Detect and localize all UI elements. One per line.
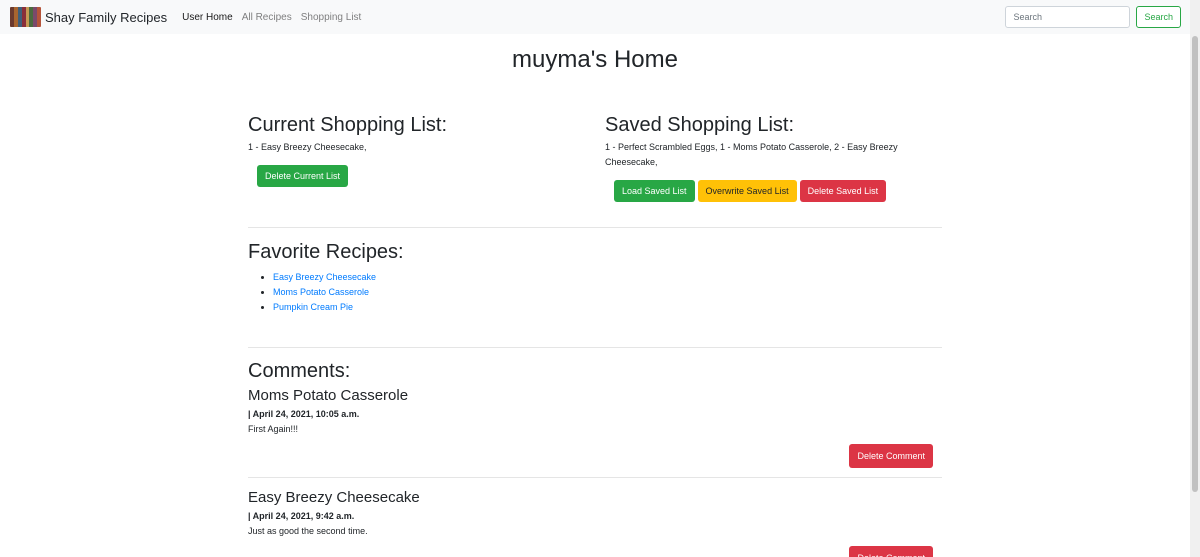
list-item: Moms Potato Casserole [273,285,942,300]
current-shopping-list-section: Current Shopping List: 1 - Easy Breezy C… [248,113,588,187]
load-saved-list-button[interactable]: Load Saved List [614,180,695,202]
comment-date: | April 24, 2021, 10:05 a.m. [248,409,360,419]
comment-date: | April 24, 2021, 9:42 a.m. [248,511,355,521]
nav-links: User Home All Recipes Shopping List [182,12,370,23]
comment-item: Moms Potato Casserole | April 24, 2021, … [248,387,942,469]
scrollbar-thumb[interactable] [1192,36,1198,492]
saved-shopping-list-section: Saved Shopping List: 1 - Perfect Scrambl… [605,113,945,202]
nav-user-home[interactable]: User Home [182,12,233,23]
brand-logo-image [10,7,41,27]
search-button[interactable]: Search [1136,6,1181,28]
divider [248,347,942,348]
divider [248,227,942,228]
favorite-recipe-link[interactable]: Easy Breezy Cheesecake [273,272,376,282]
current-shopping-list-heading: Current Shopping List: [248,114,448,136]
comment-text: First Again!!! [248,424,299,434]
list-item: Easy Breezy Cheesecake [273,270,942,285]
divider [248,477,942,478]
delete-current-list-button[interactable]: Delete Current List [257,165,349,187]
brand-link[interactable]: Shay Family Recipes [10,7,167,27]
search-form: Search [1005,6,1181,28]
comment-text: Just as good the second time. [248,526,368,536]
favorite-recipes-section: Favorite Recipes: Easy Breezy Cheesecake… [248,240,942,315]
delete-comment-button[interactable]: Delete Comment [849,444,933,468]
navbar: Shay Family Recipes User Home All Recipe… [0,0,1190,34]
delete-saved-list-button[interactable]: Delete Saved List [799,180,887,202]
overwrite-saved-list-button[interactable]: Overwrite Saved List [697,180,797,202]
favorite-recipes-heading: Favorite Recipes: [248,241,404,263]
brand-name: Shay Family Recipes [45,9,168,25]
nav-shopping-list[interactable]: Shopping List [301,12,362,23]
nav-all-recipes[interactable]: All Recipes [242,12,292,23]
saved-shopping-list-heading: Saved Shopping List: [605,114,795,136]
comment-recipe-title: Moms Potato Casserole [248,387,409,404]
comment-recipe-title: Easy Breezy Cheesecake [248,489,420,506]
saved-shopping-list-items: 1 - Perfect Scrambled Eggs, 1 - Moms Pot… [605,142,898,167]
list-item: Pumpkin Cream Pie [273,300,942,315]
favorite-recipes-list: Easy Breezy Cheesecake Moms Potato Casse… [248,270,942,315]
search-input[interactable] [1005,6,1131,28]
page-scrollbar[interactable] [1190,0,1200,557]
current-shopping-list-items: 1 - Easy Breezy Cheesecake, [248,142,367,152]
favorite-recipe-link[interactable]: Pumpkin Cream Pie [273,302,353,312]
page-title: muyma's Home [512,46,678,73]
delete-comment-button[interactable]: Delete Comment [849,546,933,557]
comment-item: Easy Breezy Cheesecake | April 24, 2021,… [248,489,942,557]
comments-heading: Comments: [248,360,351,382]
favorite-recipe-link[interactable]: Moms Potato Casserole [273,287,369,297]
